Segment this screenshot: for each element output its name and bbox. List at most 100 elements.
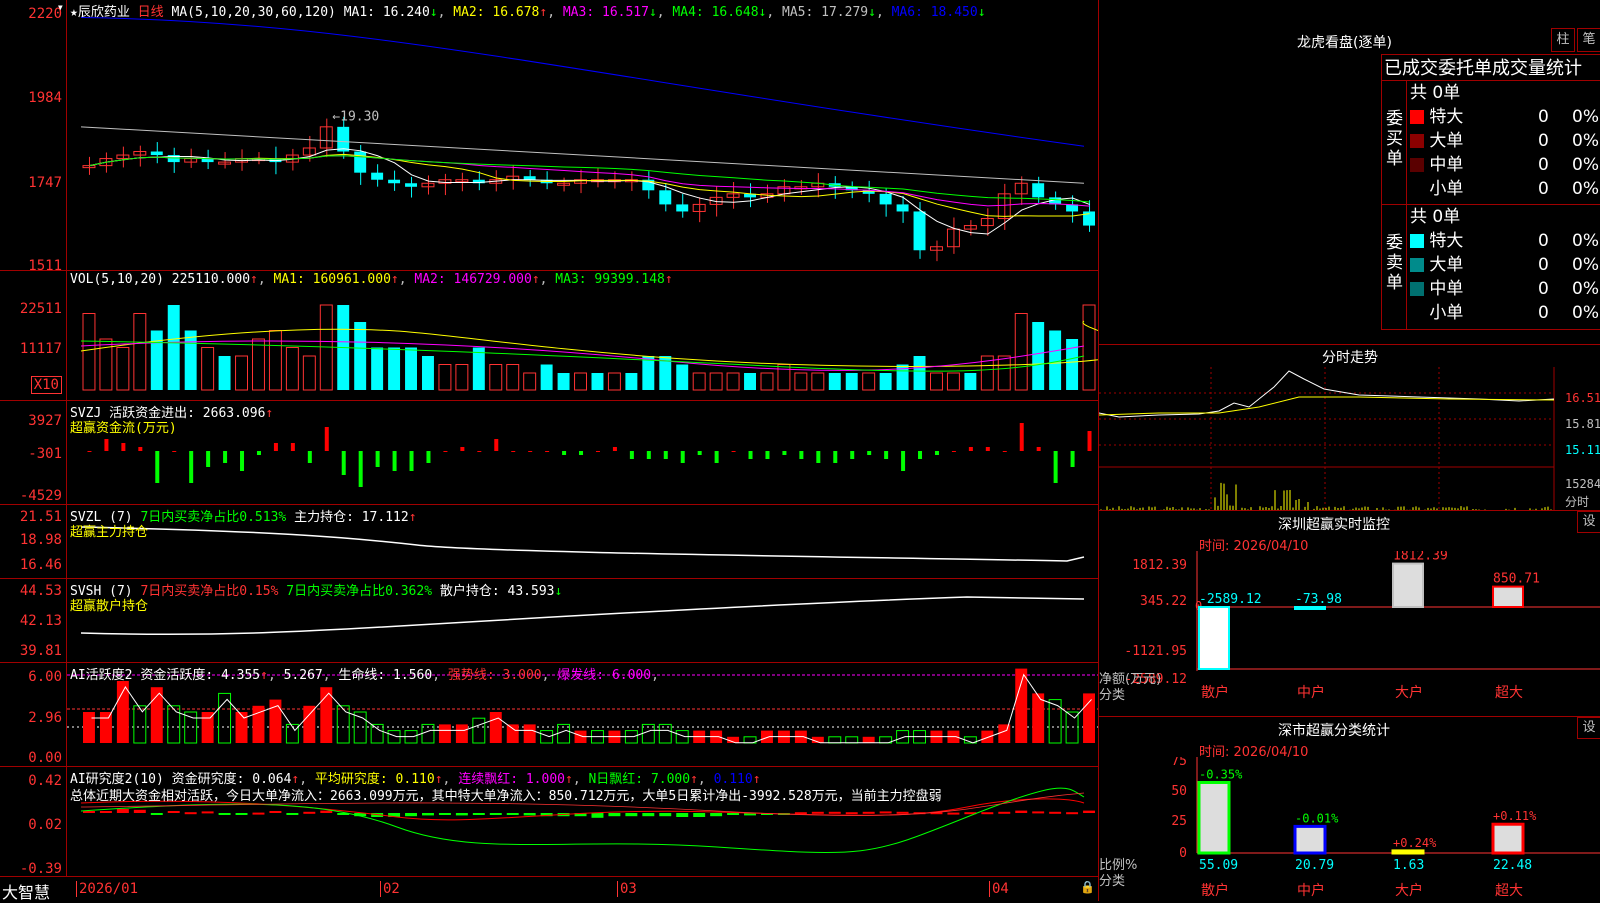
brand-logo[interactable]: 大智慧 xyxy=(2,879,50,903)
candle-body xyxy=(405,183,417,187)
volume-bar xyxy=(625,373,638,390)
flow-bar xyxy=(731,451,736,452)
candle-body xyxy=(371,172,384,180)
category-label: 大户 xyxy=(1395,684,1423,701)
svsh-ratio-2: 7日内买卖净占比0.362% xyxy=(286,584,433,599)
menu-arrow-icon[interactable]: ▾ xyxy=(57,0,64,14)
period-label[interactable]: 日线 xyxy=(138,5,164,20)
down-arrow-icon: ↓ xyxy=(868,5,876,20)
color-swatch xyxy=(1410,110,1424,124)
up-arrow-icon: ↑ xyxy=(260,668,268,683)
change-label: -0.35% xyxy=(1199,767,1243,781)
ai-research-axis: 0.42 0.02 -0.39 xyxy=(0,767,67,877)
order-count: 0 xyxy=(1538,231,1549,251)
ma6-line xyxy=(80,17,1085,147)
y-label: 75 xyxy=(1171,757,1187,769)
avg-price-line xyxy=(1099,396,1555,416)
svzl-panel[interactable]: 21.51 18.98 16.46 SVZL (7) 7日内买卖净占比0.513… xyxy=(0,504,1098,579)
volume-bar xyxy=(607,372,621,391)
research-bar xyxy=(133,809,146,813)
flow-bar xyxy=(663,451,668,459)
flow-bar xyxy=(511,451,516,452)
y-label: 21.51 xyxy=(19,509,62,525)
svsh-panel[interactable]: 44.53 42.13 39.81 SVSH (7) 7日内买卖净占比0.15%… xyxy=(0,578,1098,663)
research-bar xyxy=(642,813,655,817)
y-label: 1812.39 xyxy=(1132,558,1187,573)
flow-bar xyxy=(460,447,465,451)
tick-view-button[interactable]: 笔 xyxy=(1577,28,1600,52)
volume-bar xyxy=(1066,339,1079,390)
up-arrow-icon: ↑ xyxy=(408,510,417,525)
research-bar xyxy=(981,812,994,815)
research-bar xyxy=(727,813,740,815)
color-swatch xyxy=(1410,258,1424,272)
flow-bar xyxy=(901,451,906,471)
activity-bar xyxy=(998,724,1011,743)
up-arrow-icon: ↑ xyxy=(664,272,673,287)
intraday-chart xyxy=(1099,367,1555,511)
activity-bar xyxy=(1083,693,1095,743)
settings-button[interactable]: 设 xyxy=(1577,511,1600,533)
kline-panel[interactable]: 2220 1984 1747 1511 ▾ ←19.30←15.11 ★辰欣药业… xyxy=(0,0,1098,274)
separator: , xyxy=(766,5,775,20)
kline-plot[interactable]: ←19.30←15.11 xyxy=(67,0,1098,270)
separator: , xyxy=(398,272,407,287)
sz-class-panel[interactable]: 深市超赢分类统计 设 时间: 2026/04/10 75 50 25 0 -0.35% 5… xyxy=(1098,716,1600,901)
candle-body xyxy=(676,204,689,212)
order-row: 小单 0 0% xyxy=(1410,177,1600,201)
y-label: -1121.95 xyxy=(1124,644,1187,659)
flow-bar xyxy=(443,451,448,452)
settings-button[interactable]: 设 xyxy=(1577,717,1600,739)
flow-bar xyxy=(138,447,143,451)
volume-unit-badge[interactable]: X10 xyxy=(30,376,62,394)
indicator-value: MA1: 160961.000 xyxy=(265,272,391,287)
stock-name[interactable]: ★辰欣药业 xyxy=(70,5,130,20)
flow-bar xyxy=(341,451,346,475)
flow-bar xyxy=(595,451,600,452)
svzl-axis: 21.51 18.98 16.46 xyxy=(0,505,67,579)
y-label: 44.53 xyxy=(19,583,62,599)
order-row: 大单 0 0% xyxy=(1410,129,1600,153)
flow-bar xyxy=(697,451,702,455)
research-bar xyxy=(1049,811,1062,814)
sz-monitor-panel[interactable]: 深圳超赢实时监控 设 时间: 2026/04/10 1812.39 345.22-… xyxy=(1098,510,1600,717)
volume-bar xyxy=(455,364,469,391)
y-label: 15.11 xyxy=(1565,443,1600,457)
flow-bar xyxy=(816,451,821,463)
lock-icon[interactable]: 🔒 xyxy=(1080,880,1095,894)
candle-body xyxy=(82,165,96,169)
y-label: 2.96 xyxy=(28,710,62,726)
column-view-button[interactable]: 柱 xyxy=(1551,28,1575,52)
volume-bar xyxy=(777,364,791,391)
candle-body xyxy=(388,179,401,184)
vol-ma-line xyxy=(80,320,1098,367)
category-label: 中户 xyxy=(1297,684,1325,701)
intraday-panel[interactable]: 分时走势 16.51 15.81 15.11 15284 分时 xyxy=(1098,344,1600,511)
svzj-panel[interactable]: 3927 -301 -4529 SVZJ 活跃资金进出: 2663.096↑ 超… xyxy=(0,400,1098,505)
price-line xyxy=(1099,370,1555,418)
category-label: 超大 xyxy=(1495,685,1523,701)
flow-bar xyxy=(307,451,312,463)
volume-bar xyxy=(676,364,689,390)
ai-activity-panel[interactable]: 6.00 2.96 0.00 AI活跃度2 资金活跃度: 4.355↑, 5.2… xyxy=(0,662,1098,767)
ai-research-panel[interactable]: 0.42 0.02 -0.39 AI研究度2(10) 资金研究度: 0.064↑… xyxy=(0,766,1098,877)
flow-bar xyxy=(494,439,499,451)
order-row: 中单 0 0% xyxy=(1410,153,1600,177)
change-label: +0.24% xyxy=(1393,836,1437,850)
candle-body xyxy=(337,126,350,152)
volume-panel[interactable]: 22511 11117 X10 VOL(5,10,20) 225110.000↑… xyxy=(0,270,1098,401)
research-bar xyxy=(1032,811,1045,814)
burst-line-value: 爆发线: 6.000 xyxy=(557,668,652,683)
activity-bar xyxy=(167,705,181,744)
volume-bar xyxy=(133,313,147,391)
y-label: 16.46 xyxy=(19,557,62,573)
research-bar xyxy=(489,813,502,815)
volume-bar xyxy=(845,373,858,390)
activity-bar xyxy=(133,705,147,744)
volume-bar xyxy=(1049,330,1062,390)
volume-bar xyxy=(285,347,299,391)
flow-bar xyxy=(545,451,550,452)
flow-bar xyxy=(121,443,126,451)
volume-bar xyxy=(82,313,96,391)
flow-bar xyxy=(934,451,939,455)
